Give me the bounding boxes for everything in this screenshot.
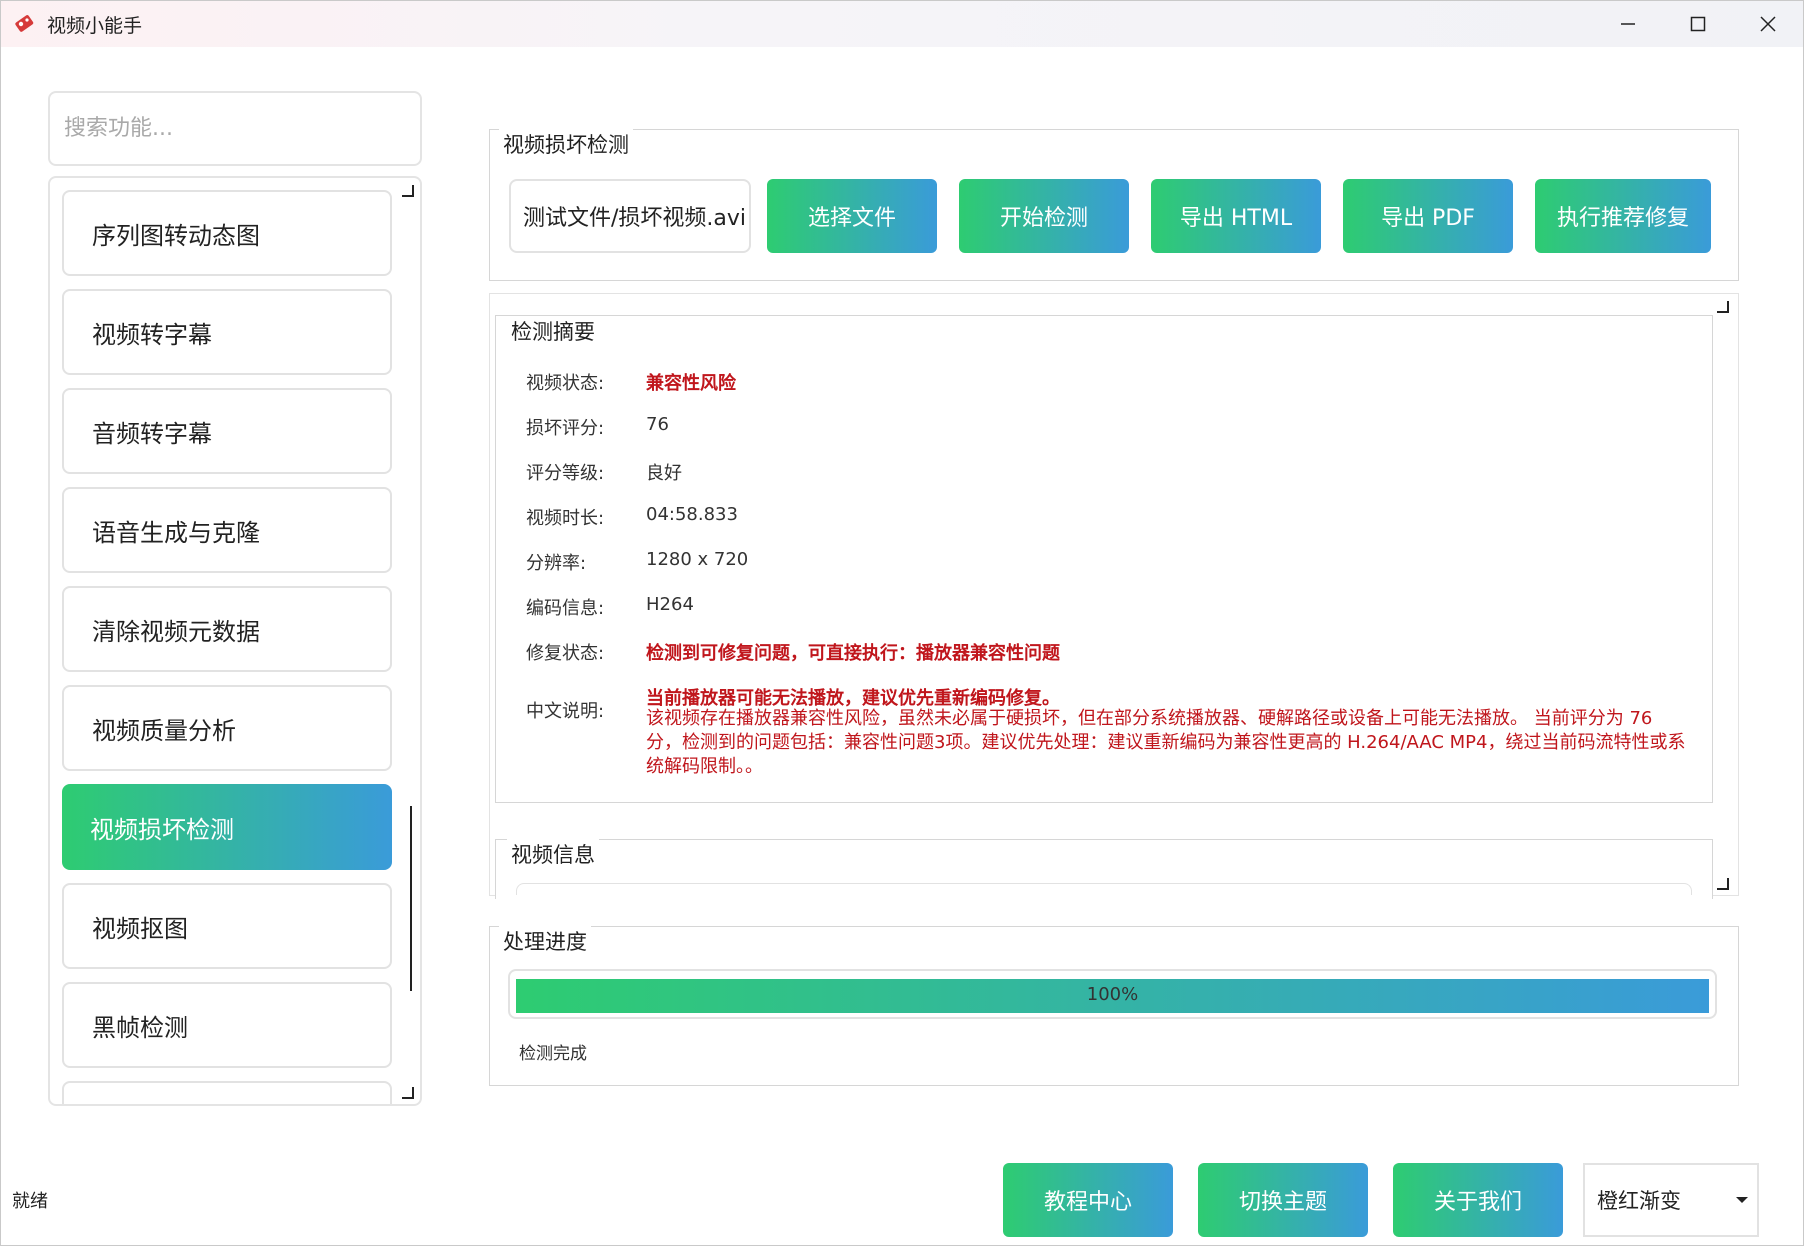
video-info-title: 视频信息 xyxy=(507,839,599,869)
summary-value-repair: 检测到可修复问题，可直接执行：播放器兼容性问题 xyxy=(646,643,1060,664)
summary-label-codec: 编码信息: xyxy=(526,598,605,619)
sidebar-item-voice-clone[interactable]: 语音生成与克隆 xyxy=(62,487,392,573)
summary-label-description: 中文说明: xyxy=(526,701,605,722)
chevron-down-icon xyxy=(1736,1197,1748,1203)
switch-theme-button[interactable]: 切换主题 xyxy=(1198,1163,1368,1237)
status-bar-text: 就绪 xyxy=(12,1191,48,1212)
summary-value-status: 兼容性风险 xyxy=(646,373,736,394)
search-box xyxy=(48,91,422,166)
sidebar-item-video-matting[interactable]: 视频抠图 xyxy=(62,883,392,969)
summary-label-repair: 修复状态: xyxy=(526,643,605,664)
sidebar-item-label: 序列图转动态图 xyxy=(92,221,260,250)
file-path-field[interactable]: 测试文件/损坏视频.avi xyxy=(509,179,751,253)
progress-title: 处理进度 xyxy=(499,926,591,956)
sidebar-scrollbar[interactable] xyxy=(406,806,412,991)
run-repair-button[interactable]: 执行推荐修复 xyxy=(1535,179,1711,253)
sidebar-item-label: 黑帧检测 xyxy=(92,1013,188,1042)
sidebar-item-label: 清除视频元数据 xyxy=(92,617,260,646)
scroll-corner-bottom xyxy=(402,1087,414,1099)
export-pdf-button[interactable]: 导出 PDF xyxy=(1343,179,1513,253)
summary-value-codec: H264 xyxy=(646,594,694,615)
summary-label-status: 视频状态: xyxy=(526,373,605,394)
sidebar-item-black-frame[interactable]: 黑帧检测 xyxy=(62,982,392,1068)
sidebar-item-label: 视频抠图 xyxy=(92,914,188,943)
about-button[interactable]: 关于我们 xyxy=(1393,1163,1563,1237)
sidebar-item-clear-metadata[interactable]: 清除视频元数据 xyxy=(62,586,392,672)
sidebar-item-label: 视频损坏检测 xyxy=(90,815,234,844)
progress-bar: 100% xyxy=(508,969,1717,1019)
summary-label-score: 损坏评分: xyxy=(526,418,605,439)
progress-status: 检测完成 xyxy=(519,1044,587,1064)
summary-value-score: 76 xyxy=(646,414,669,435)
select-file-button[interactable]: 选择文件 xyxy=(767,179,937,253)
search-input[interactable] xyxy=(64,116,420,141)
close-button[interactable] xyxy=(1733,1,1803,47)
title-bar: 视频小能手 xyxy=(1,1,1803,47)
theme-select-value: 橙红渐变 xyxy=(1597,1189,1681,1213)
video-info-table-edge xyxy=(516,883,1692,895)
sidebar-item-damage-detect[interactable]: 视频损坏检测 xyxy=(62,784,392,870)
close-icon xyxy=(1760,16,1776,32)
summary-label-resolution: 分辨率: xyxy=(526,553,587,574)
summary-value-duration: 04:58.833 xyxy=(646,504,738,525)
scroll-corner-top xyxy=(402,185,414,197)
start-detect-button[interactable]: 开始检测 xyxy=(959,179,1129,253)
detect-group-title: 视频损坏检测 xyxy=(499,129,633,159)
minimize-icon xyxy=(1621,23,1635,25)
sidebar-item-video-to-subtitle[interactable]: 视频转字幕 xyxy=(62,289,392,375)
maximize-button[interactable] xyxy=(1663,1,1733,47)
feature-list: 序列图转动态图 视频转字幕 音频转字幕 语音生成与克隆 清除视频元数据 视频质量… xyxy=(48,176,422,1106)
summary-label-grade: 评分等级: xyxy=(526,463,605,484)
summary-value-grade: 良好 xyxy=(646,463,682,484)
export-html-button[interactable]: 导出 HTML xyxy=(1151,179,1321,253)
sidebar-item-partial[interactable] xyxy=(62,1081,392,1104)
summary-desc-body: 该视频存在播放器兼容性风险，虽然未必属于硬损坏，但在部分系统播放器、硬解路径或设… xyxy=(646,708,1686,777)
result-scroll-corner-top xyxy=(1717,301,1729,313)
sidebar-item-quality-analysis[interactable]: 视频质量分析 xyxy=(62,685,392,771)
summary-value-resolution: 1280 x 720 xyxy=(646,549,749,570)
sidebar-item-label: 视频转字幕 xyxy=(92,320,212,349)
progress-text: 100% xyxy=(1086,983,1139,1005)
app-window: 视频小能手 序列图转动态图 视频转字幕 音频转字幕 语音生成与克隆 清除视频元数… xyxy=(0,0,1804,1246)
summary-label-duration: 视频时长: xyxy=(526,508,605,529)
sidebar-item-label: 语音生成与克隆 xyxy=(92,518,260,547)
result-scroll-corner-bottom xyxy=(1717,878,1729,890)
app-icon xyxy=(13,12,37,36)
sidebar-item-label: 音频转字幕 xyxy=(92,419,212,448)
theme-select[interactable]: 橙红渐变 xyxy=(1583,1163,1759,1237)
sidebar-item-audio-to-subtitle[interactable]: 音频转字幕 xyxy=(62,388,392,474)
sidebar-item-label: 视频质量分析 xyxy=(92,716,236,745)
maximize-icon xyxy=(1690,16,1706,32)
summary-title: 检测摘要 xyxy=(507,316,599,346)
tutorial-button[interactable]: 教程中心 xyxy=(1003,1163,1173,1237)
minimize-button[interactable] xyxy=(1593,1,1663,47)
window-title: 视频小能手 xyxy=(47,14,143,37)
sidebar-item-sequence-to-gif[interactable]: 序列图转动态图 xyxy=(62,190,392,276)
